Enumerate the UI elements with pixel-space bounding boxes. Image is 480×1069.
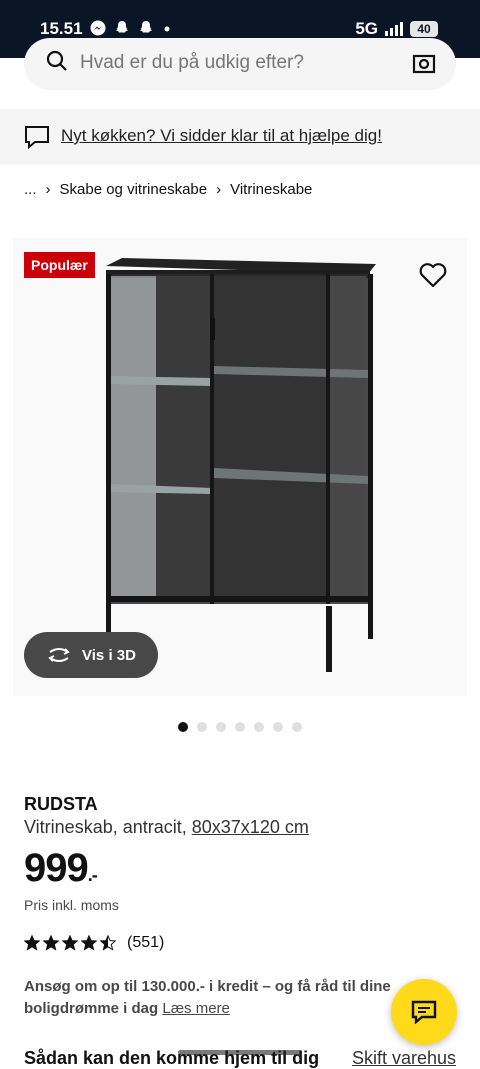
breadcrumb-item[interactable]: Vitrineskabe <box>230 181 312 198</box>
vat-note: Pris inkl. moms <box>24 897 119 913</box>
view-3d-label: Vis i 3D <box>82 646 136 664</box>
network-label: 5G <box>355 19 378 38</box>
credit-promo: Ansøg om op til 130.000.- i kredit – og … <box>24 976 394 1020</box>
battery-icon: 40 <box>410 21 438 37</box>
product-price: 999.- <box>24 846 98 891</box>
chat-icon <box>411 1000 437 1024</box>
snapchat-icon <box>116 21 128 33</box>
chevron-right-icon: › <box>216 181 222 198</box>
carousel-dot[interactable] <box>273 722 283 732</box>
breadcrumb-item[interactable]: Skabe og vitrineskabe <box>60 181 208 198</box>
signal-icon <box>385 22 403 36</box>
cabinet-image <box>106 258 376 674</box>
carousel-dot[interactable] <box>197 722 207 732</box>
snapchat-icon <box>140 21 152 33</box>
star-icon <box>62 935 78 951</box>
product-description-text: Vitrineskab, antracit, <box>24 817 187 837</box>
breadcrumb-item[interactable]: ... <box>24 181 37 198</box>
chevron-right-icon: › <box>45 181 51 198</box>
carousel-dot[interactable] <box>254 722 264 732</box>
star-icon <box>43 935 59 951</box>
status-right: 5G 40 <box>355 19 438 39</box>
dot-icon <box>164 26 170 32</box>
chat-button[interactable] <box>391 979 457 1045</box>
carousel-dot[interactable] <box>235 722 245 732</box>
view-3d-button[interactable]: Vis i 3D <box>24 632 158 678</box>
chat-icon <box>25 126 49 149</box>
help-banner-link[interactable]: Nyt køkken? Vi sidder klar til at hjælpe… <box>61 126 382 146</box>
product-name: RUDSTA <box>24 794 98 814</box>
carousel-dot[interactable] <box>216 722 226 732</box>
status-time: 15.51 <box>40 19 83 38</box>
carousel-dot[interactable] <box>292 722 302 732</box>
carousel-dots[interactable] <box>178 722 302 732</box>
breadcrumb: ... › Skabe og vitrineskabe › Vitrineska… <box>24 181 312 198</box>
rotate-3d-icon <box>48 648 70 662</box>
notification-icons <box>90 20 172 36</box>
camera-icon[interactable] <box>412 52 436 74</box>
read-more-link[interactable]: Læs mere <box>162 1000 230 1017</box>
price-value: 999 <box>24 846 89 890</box>
price-suffix: .- <box>87 865 98 885</box>
help-banner[interactable]: Nyt køkken? Vi sidder klar til at hjælpe… <box>0 109 480 165</box>
search-bar[interactable] <box>24 38 456 90</box>
rating-stars <box>24 935 116 951</box>
star-icon <box>100 935 116 951</box>
star-icon <box>81 935 97 951</box>
product-description: Vitrineskab, antracit, 80x37x120 cm <box>24 817 309 838</box>
product-size-link[interactable]: 80x37x120 cm <box>192 817 309 837</box>
carousel-dot[interactable] <box>178 722 188 732</box>
search-input[interactable] <box>80 38 400 88</box>
messenger-icon <box>90 20 106 36</box>
popular-badge: Populær <box>24 252 95 278</box>
heart-icon[interactable] <box>418 260 448 290</box>
star-icon <box>24 935 40 951</box>
home-indicator[interactable] <box>178 1050 302 1055</box>
change-store-link[interactable]: Skift varehus <box>352 1048 456 1069</box>
product-rating[interactable]: (551) <box>24 934 164 952</box>
rating-count: (551) <box>127 934 165 951</box>
search-icon <box>46 50 67 71</box>
